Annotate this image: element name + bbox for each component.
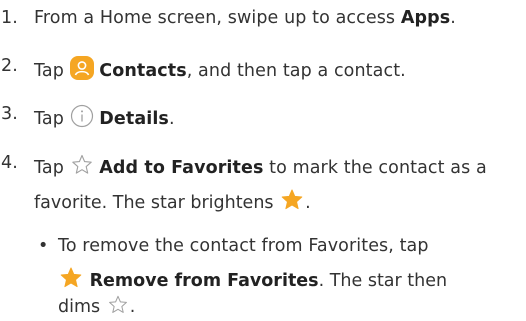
bullet-line-3: dims . (58, 294, 135, 321)
instructions-document: 1. From a Home screen, swipe up to acces… (0, 0, 526, 318)
contacts-icon (69, 56, 94, 85)
step-4-continuation: favorite. The star brightens . (34, 188, 311, 217)
step-number: 3. (1, 104, 18, 124)
star-filled-icon (279, 188, 305, 217)
step-number: 4. (1, 153, 18, 173)
step-number: 2. (1, 56, 18, 76)
step-text: From a Home screen, swipe up to access (34, 8, 401, 28)
bullet-line-2: Remove from Favorites. The star then (58, 266, 447, 295)
details-label: Details (99, 109, 169, 129)
bullet-dot: • (38, 236, 49, 256)
step-text: Tap (34, 61, 70, 81)
remove-from-favorites-label: Remove from Favorites (89, 271, 319, 291)
bullet-text: To remove the contact from Favorites, ta… (58, 236, 429, 256)
step-text: Tap (34, 109, 70, 129)
star-filled-icon (58, 266, 84, 295)
add-to-favorites-label: Add to Favorites (99, 158, 264, 178)
step-number: 1. (1, 8, 18, 28)
apps-label: Apps (400, 8, 451, 28)
info-icon (70, 104, 94, 133)
contacts-label: Contacts (99, 61, 187, 81)
step-text: Tap (34, 158, 70, 178)
star-outline-icon (106, 294, 130, 321)
star-outline-icon (70, 153, 94, 182)
